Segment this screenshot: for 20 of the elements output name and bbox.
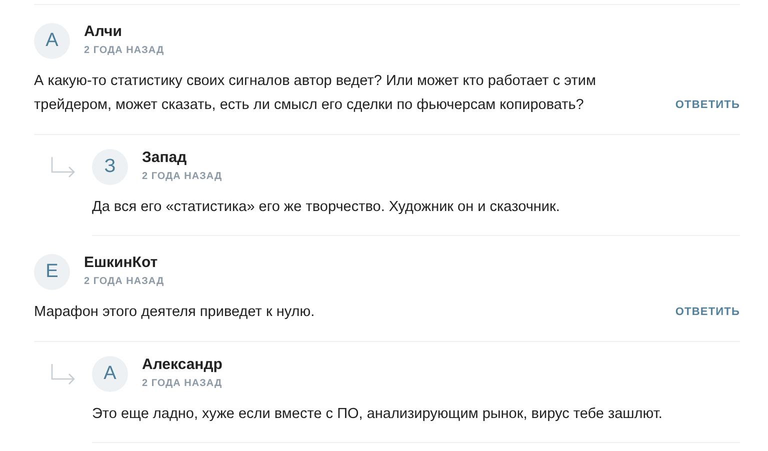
avatar: А [92,356,128,392]
author-name: Запад [142,149,188,167]
comment-text: Да вся его «статистика» его же творчество. Художник он и сказочник. [92,198,560,217]
avatar: Е [34,254,70,290]
author-name: Александр [142,356,222,374]
reply-button[interactable]: ОТВЕТИТЬ [675,300,740,324]
author-name: ЕшкинКот [84,254,159,272]
avatar: З [92,149,128,185]
timestamp: 2 ГОДА НАЗАД [142,377,222,391]
timestamp: 2 ГОДА НАЗАД [84,44,164,58]
reply-button[interactable]: ОТВЕТИТЬ [675,93,740,117]
timestamp: 2 ГОДА НАЗАД [84,275,164,289]
comment-text: Это еще ладно, хуже если вместе с ПО, анализирующим рынок, вирус тебе зашлют. [92,405,662,424]
reply-arrow-icon [51,157,77,179]
comment-text: А какую-то статистику своих сигналов автор ведет? Или может кто работает с этим трейдером, может сказать, есть ли смысл его сделки по фьючерсам копировать? [34,72,597,115]
comment-text: Марафон этого деятеля приведет к нулю. [34,303,315,322]
author-name: Алчи [84,23,123,41]
avatar: А [34,23,70,59]
timestamp: 2 ГОДА НАЗАД [142,170,222,184]
reply-arrow-icon [51,364,77,386]
